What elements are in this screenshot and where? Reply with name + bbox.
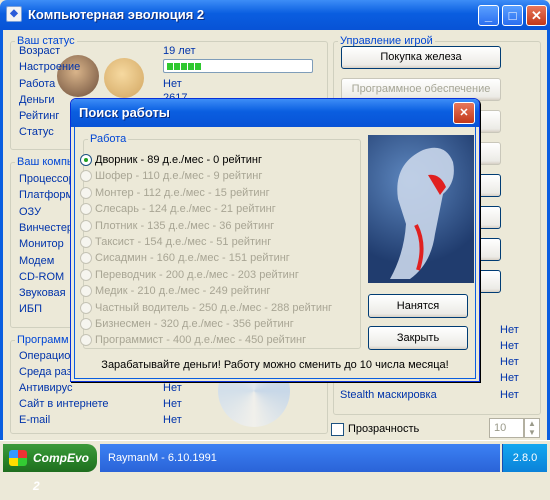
stealth-label: Stealth маскировка bbox=[340, 389, 437, 401]
mood-segment bbox=[167, 63, 173, 70]
jobs-legend: Работа bbox=[90, 133, 127, 145]
job-radio[interactable] bbox=[80, 186, 92, 199]
job-option[interactable]: Сисадмин - 160 д.е./мес - 151 рейтинг bbox=[80, 252, 290, 265]
program-item-value: Нет bbox=[163, 382, 182, 394]
money-label: Деньги bbox=[19, 94, 55, 106]
computer-item-label: ОЗУ bbox=[19, 205, 42, 218]
dialog-body: Работа Дворник - 89 д.е./мес - 0 рейтинг… bbox=[74, 127, 476, 379]
job-radio[interactable] bbox=[80, 268, 92, 281]
job-option[interactable]: Слесарь - 124 д.е./мес - 21 рейтинг bbox=[80, 203, 276, 216]
computer-item-label: ИБП bbox=[19, 303, 43, 316]
computer-item-label: Звуковая bbox=[19, 287, 66, 300]
job-radio[interactable] bbox=[80, 301, 92, 314]
job-option-label: Частный водитель - 250 д.е./мес - 288 ре… bbox=[95, 301, 333, 314]
job-option-label: Монтер - 112 д.е./мес - 15 рейтинг bbox=[95, 186, 270, 199]
work-value: Нет bbox=[163, 78, 182, 90]
compevo-logo-icon bbox=[9, 450, 27, 466]
computer-legend: Ваш компь bbox=[17, 156, 73, 168]
job-option-label: Переводчик - 200 д.е./мес - 203 рейтинг bbox=[95, 268, 299, 281]
job-option[interactable]: Шофер - 110 д.е./мес - 9 рейтинг bbox=[80, 170, 263, 183]
programs-legend: Программ bbox=[17, 334, 69, 346]
app-icon: ◆ bbox=[6, 6, 22, 22]
start-button[interactable]: CompEvo 2 bbox=[3, 444, 97, 493]
close-button[interactable]: ✕ bbox=[526, 5, 547, 26]
program-item-label: Антивирус bbox=[19, 382, 73, 394]
job-option-label: Таксист - 154 д.е./мес - 51 рейтинг bbox=[95, 236, 272, 248]
game-right-value: Нет bbox=[500, 372, 519, 384]
job-option-label: Бизнесмен - 320 д.е./мес - 356 рейтинг bbox=[95, 318, 294, 330]
transparency-checkbox[interactable] bbox=[331, 423, 344, 436]
dialog-close-button[interactable]: ✕ bbox=[453, 102, 475, 124]
game-right-value: Нет bbox=[500, 356, 519, 368]
job-option[interactable]: Плотник - 135 д.е./мес - 36 рейтинг bbox=[80, 219, 275, 232]
figure-art bbox=[390, 147, 454, 279]
hire-button[interactable]: Нанятся bbox=[368, 294, 468, 318]
job-option-label: Шофер - 110 д.е./мес - 9 рейтинг bbox=[95, 170, 263, 183]
job-option-label: Слесарь - 124 д.е./мес - 21 рейтинг bbox=[95, 203, 276, 216]
program-item-label: Сайт в интернете bbox=[19, 398, 109, 410]
job-radio[interactable] bbox=[80, 154, 92, 166]
work-label: Работа bbox=[19, 78, 56, 90]
computer-item-label: Процессор bbox=[19, 173, 75, 185]
minimize-button[interactable]: _ bbox=[478, 5, 499, 26]
job-option[interactable]: Дворник - 89 д.е./мес - 0 рейтинг bbox=[80, 154, 262, 166]
dialog-title: Поиск работы bbox=[71, 99, 479, 127]
transparency-label: Прозрачность bbox=[348, 423, 420, 435]
job-option[interactable]: Переводчик - 200 д.е./мес - 203 рейтинг bbox=[80, 268, 299, 281]
computer-item-label: Модем bbox=[19, 254, 55, 267]
mood-segment bbox=[181, 63, 187, 70]
maximize-button[interactable]: □ bbox=[502, 5, 523, 26]
job-option-label: Программист - 400 д.е./мес - 450 рейтинг bbox=[95, 334, 307, 347]
app-title: Компьютерная эволюция 2 bbox=[28, 7, 205, 22]
dialog-close-action-button[interactable]: Закрыть bbox=[368, 326, 468, 350]
rating-label: Рейтинг bbox=[19, 110, 60, 122]
computer-item-label: Монитор bbox=[19, 238, 64, 251]
job-radio[interactable] bbox=[80, 219, 92, 232]
job-option[interactable]: Частный водитель - 250 д.е./мес - 288 ре… bbox=[80, 301, 333, 314]
computer-item-label: Платформ bbox=[19, 189, 74, 202]
job-search-dialog: Поиск работы ✕ Работа Дворник - 89 д.е./… bbox=[70, 98, 480, 382]
avatar-right bbox=[104, 58, 144, 98]
job-option[interactable]: Медик - 210 д.е./мес - 249 рейтинг bbox=[80, 285, 271, 298]
job-option[interactable]: Монтер - 112 д.е./мес - 15 рейтинг bbox=[80, 186, 270, 199]
job-option-label: Плотник - 135 д.е./мес - 36 рейтинг bbox=[95, 219, 275, 232]
mood-segment bbox=[174, 63, 180, 70]
stealth-value: Нет bbox=[500, 389, 519, 401]
mood-progressbar bbox=[163, 59, 313, 73]
age-label: Возраст bbox=[19, 45, 61, 57]
version-label: 2.8.0 bbox=[502, 444, 547, 472]
status-label: Статус bbox=[19, 126, 54, 138]
player-info: RaymanM - 6.10.1991 bbox=[100, 444, 500, 472]
job-illustration bbox=[368, 135, 474, 283]
game-right-value: Нет bbox=[500, 340, 519, 352]
computer-item-label: Винчестер bbox=[19, 221, 74, 234]
job-option[interactable]: Программист - 400 д.е./мес - 450 рейтинг bbox=[80, 334, 307, 347]
transparency-input[interactable]: 10 bbox=[489, 418, 524, 438]
age-value: 19 лет bbox=[163, 45, 196, 57]
job-radio[interactable] bbox=[80, 236, 92, 248]
job-option[interactable]: Таксист - 154 д.е./мес - 51 рейтинг bbox=[80, 236, 272, 248]
program-item-value: Нет bbox=[163, 398, 182, 410]
transparency-spinner[interactable]: ▲ ▼ bbox=[524, 418, 540, 438]
job-radio[interactable] bbox=[80, 318, 92, 330]
job-option[interactable]: Бизнесмен - 320 д.е./мес - 356 рейтинг bbox=[80, 318, 294, 330]
game-right-value: Нет bbox=[500, 324, 519, 336]
program-item-value: Нет bbox=[163, 414, 182, 426]
app-titlebar: ◆ Компьютерная эволюция 2 _ □ ✕ bbox=[0, 0, 550, 30]
job-option-label: Сисадмин - 160 д.е./мес - 151 рейтинг bbox=[95, 252, 290, 265]
mood-segment bbox=[188, 63, 194, 70]
game-button[interactable]: Покупка железа bbox=[341, 46, 501, 69]
dialog-footer-text: Зарабатывайте деньги! Работу можно смени… bbox=[101, 359, 449, 371]
mood-label: Настроение bbox=[19, 61, 81, 73]
job-option-label: Дворник - 89 д.е./мес - 0 рейтинг bbox=[95, 154, 262, 166]
computer-item-label: CD-ROM bbox=[19, 270, 65, 283]
job-option-label: Медик - 210 д.е./мес - 249 рейтинг bbox=[95, 285, 271, 298]
program-item-label: E-mail bbox=[19, 414, 51, 426]
mood-segment bbox=[195, 63, 201, 70]
program-item-label: Среда раз bbox=[19, 366, 72, 378]
program-item-label: Операцион bbox=[19, 350, 77, 362]
